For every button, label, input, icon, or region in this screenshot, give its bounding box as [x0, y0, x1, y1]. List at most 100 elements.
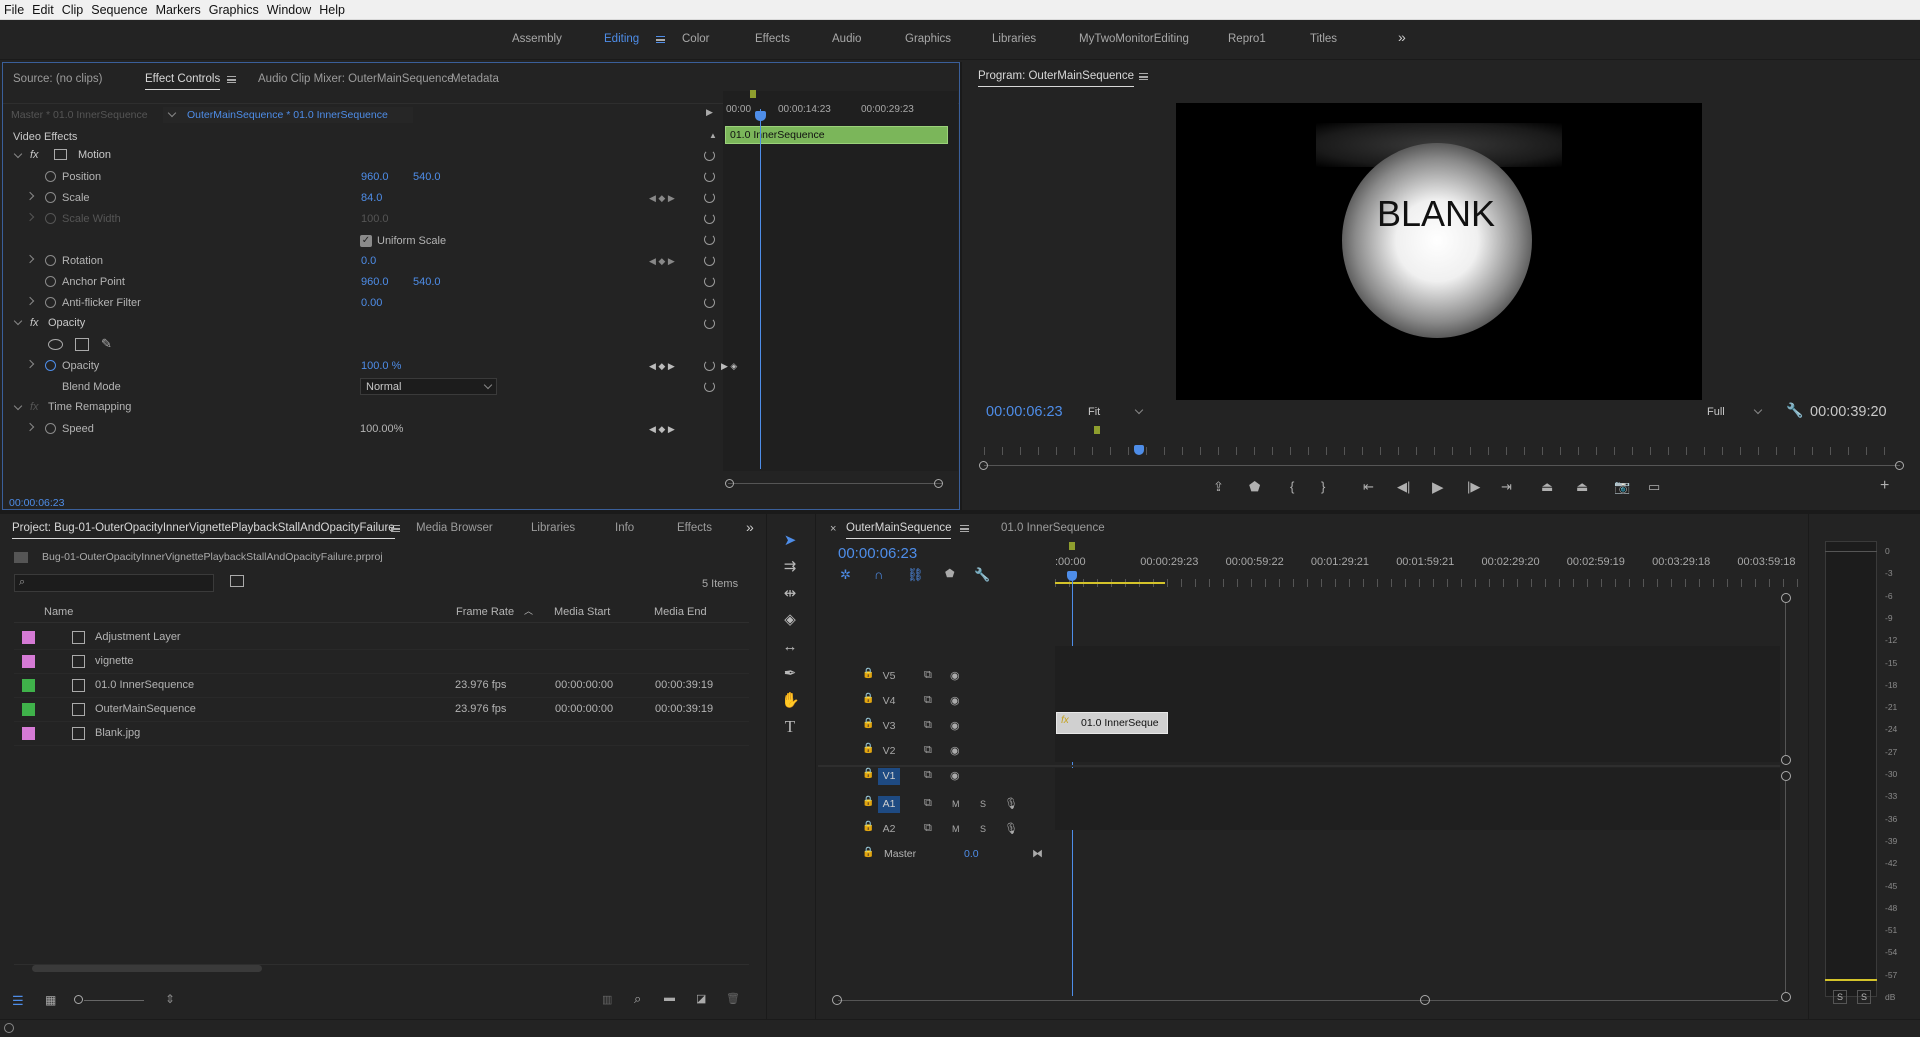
tab-source[interactable]: Source: (no clips)	[13, 73, 102, 85]
tab-innersequence[interactable]: 01.0 InnerSequence	[1001, 522, 1105, 534]
stopwatch-icon[interactable]	[45, 213, 56, 224]
menu-help[interactable]: Help	[319, 3, 345, 17]
reset-icon[interactable]	[704, 297, 715, 308]
tab-info[interactable]: Info	[615, 522, 634, 534]
project-row[interactable]: Blank.jpg	[14, 722, 749, 746]
expand-motion-icon[interactable]	[13, 149, 23, 159]
sync-lock-icon[interactable]: ⧉	[924, 694, 932, 707]
list-view-icon[interactable]: ☰	[12, 993, 24, 1009]
eye-icon[interactable]: ◉	[950, 694, 960, 707]
scroll-handle[interactable]	[1781, 755, 1791, 765]
solo-icon[interactable]: S	[980, 799, 986, 809]
microphone-icon[interactable]: 🎙	[1004, 822, 1018, 835]
export-frame-icon[interactable]: ⇪	[1213, 479, 1224, 495]
program-ruler[interactable]	[984, 447, 1900, 455]
zoom-handle-left[interactable]	[832, 995, 842, 1005]
add-marker-icon[interactable]: ⬟	[1249, 479, 1260, 495]
panel-menu-icon[interactable]	[391, 525, 400, 532]
menu-markers[interactable]: Markers	[156, 3, 201, 17]
scale-value[interactable]: 84.0	[361, 192, 382, 204]
mark-out-icon[interactable]: }	[1321, 479, 1325, 494]
timeline-zoom-bar[interactable]	[838, 1000, 1778, 1001]
razor-tool-icon[interactable]: ◈	[781, 611, 799, 629]
step-back-icon[interactable]: ◀|	[1397, 479, 1410, 495]
lock-icon[interactable]: 🔒	[862, 847, 874, 858]
expand-opacity-icon[interactable]	[13, 316, 23, 326]
keyframe-nav-icon[interactable]: ◀ ◆ ▶	[649, 424, 675, 435]
stopwatch-icon[interactable]	[45, 192, 56, 203]
anchor-y-value[interactable]: 540.0	[413, 276, 441, 288]
column-name[interactable]: Name	[44, 606, 73, 618]
menu-graphics[interactable]: Graphics	[209, 3, 259, 17]
expand-scale-width-icon[interactable]	[25, 212, 35, 222]
ec-timecode[interactable]: 00:00:06:23	[9, 497, 64, 509]
project-row[interactable]: OuterMainSequence 23.976 fps 00:00:00:00…	[14, 698, 749, 722]
master-clip-label[interactable]: Master * 01.0 InnerSequence	[11, 109, 148, 121]
fx-icon[interactable]: fx	[30, 317, 39, 329]
zoom-handle-right[interactable]	[1895, 461, 1904, 470]
lock-icon[interactable]: 🔒	[862, 796, 874, 807]
zoom-handle-left[interactable]	[979, 461, 988, 470]
ripple-edit-tool-icon[interactable]: ⇹	[781, 585, 799, 603]
scroll-handle[interactable]	[1781, 593, 1791, 603]
sync-lock-icon[interactable]: ⧉	[924, 669, 932, 682]
add-button-icon[interactable]: +	[1880, 477, 1889, 495]
workspace-menu-icon[interactable]	[656, 36, 665, 43]
keyframe-nav-icon[interactable]: ◀ ◆ ▶	[649, 193, 675, 204]
label-color-swatch[interactable]	[22, 655, 35, 668]
fx-icon[interactable]: fx	[30, 401, 39, 413]
selection-tool-icon[interactable]: ➤	[781, 532, 799, 550]
transform-icon[interactable]	[54, 149, 67, 160]
program-video-frame[interactable]: BLANK	[1176, 103, 1702, 400]
panel-overflow-icon[interactable]: »	[746, 519, 754, 535]
video-track-area[interactable]	[1055, 646, 1780, 762]
tab-effects[interactable]: Effects	[677, 522, 712, 534]
play-only-audio-icon[interactable]: ▶	[706, 107, 713, 118]
expand-time-remap-icon[interactable]	[13, 401, 23, 411]
effect-timeline[interactable]	[723, 91, 958, 471]
expand-antiflicker-icon[interactable]	[25, 296, 35, 306]
step-forward-icon[interactable]: |▶	[1467, 479, 1480, 495]
keyframe-nav-icon[interactable]: ◀ ◆ ▶	[649, 256, 675, 267]
workspace-assembly[interactable]: Assembly	[512, 33, 562, 45]
menu-file[interactable]: File	[4, 3, 24, 17]
track-label[interactable]: V4	[878, 693, 900, 710]
sort-ascending-icon[interactable]: ︿	[524, 604, 533, 617]
track-label[interactable]: A1	[878, 796, 900, 813]
project-row[interactable]: vignette	[14, 650, 749, 674]
workspace-titles[interactable]: Titles	[1310, 33, 1337, 45]
lock-icon[interactable]: 🔒	[862, 718, 874, 729]
reset-icon[interactable]	[704, 150, 715, 161]
trash-icon[interactable]: 🗑	[726, 992, 740, 1005]
lock-icon[interactable]: 🔒	[862, 821, 874, 832]
label-color-swatch[interactable]	[22, 727, 35, 740]
hand-tool-icon[interactable]: ✋	[781, 692, 800, 710]
insert-sequence-icon[interactable]: ✲	[840, 567, 851, 583]
automate-icon[interactable]: ▥	[602, 993, 612, 1006]
sort-icons-icon[interactable]: ⇕	[165, 992, 175, 1006]
tab-outermainsequence[interactable]: OuterMainSequence	[846, 522, 952, 539]
panel-menu-icon[interactable]	[960, 525, 969, 532]
panel-menu-icon[interactable]	[1139, 73, 1148, 80]
reset-icon[interactable]	[704, 360, 715, 371]
workspace-libraries[interactable]: Libraries	[992, 33, 1036, 45]
reset-icon[interactable]	[704, 381, 715, 392]
timeline-timecode[interactable]: 00:00:06:23	[838, 545, 917, 562]
clip-selector[interactable]: OuterMainSequence * 01.0 InnerSequence	[187, 109, 388, 121]
new-bin-icon[interactable]: ▬	[664, 992, 675, 1004]
microphone-icon[interactable]: 🎙	[1004, 797, 1018, 810]
ec-clip-bar[interactable]: 01.0 InnerSequence	[725, 126, 948, 144]
sync-lock-icon[interactable]: ⧉	[924, 822, 932, 835]
sync-lock-icon[interactable]: ⧉	[924, 797, 932, 810]
speed-value[interactable]: 100.00%	[360, 423, 403, 435]
reset-icon[interactable]	[704, 192, 715, 203]
workspace-repro1[interactable]: Repro1	[1228, 33, 1266, 45]
menu-sequence[interactable]: Sequence	[91, 3, 147, 17]
expand-speed-icon[interactable]	[25, 422, 35, 432]
reset-icon[interactable]	[704, 276, 715, 287]
sync-lock-icon[interactable]: ⧉	[924, 719, 932, 732]
workspace-color[interactable]: Color	[682, 33, 709, 45]
search-input[interactable]: ⌕	[14, 574, 214, 592]
expand-rotation-icon[interactable]	[25, 254, 35, 264]
stopwatch-icon[interactable]	[45, 276, 56, 287]
